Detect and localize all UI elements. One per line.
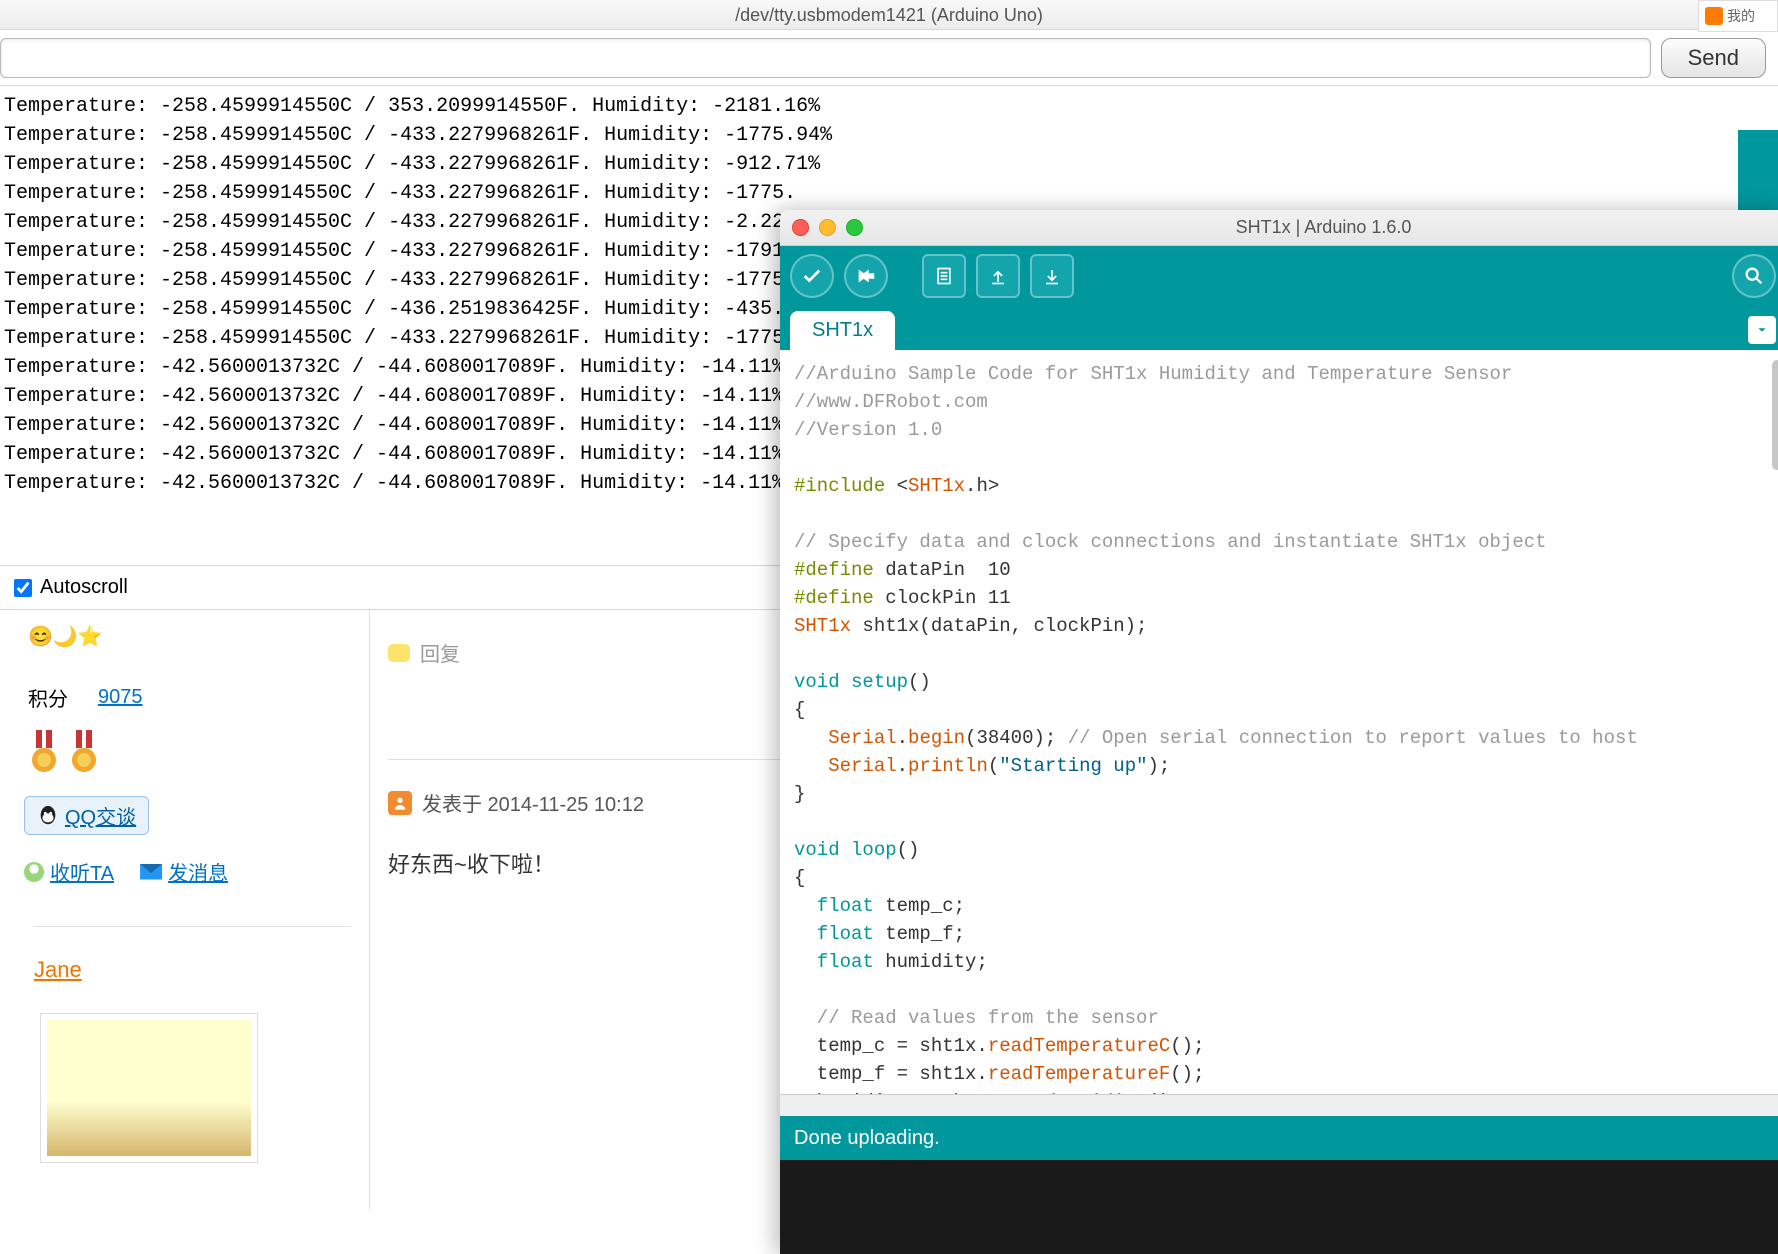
emoji-row: 😊🌙⭐	[28, 624, 351, 649]
ide-status-bar: Done uploading.	[780, 1116, 1778, 1160]
serial-input[interactable]	[0, 38, 1651, 78]
score-row: 积分 9075	[28, 683, 351, 712]
close-icon[interactable]	[792, 219, 809, 236]
follow-icon	[24, 862, 44, 882]
forum-sidebar: 😊🌙⭐ 积分 9075 QQ交谈 收听TA 发消息 Jane	[0, 610, 370, 1210]
taobao-icon	[1705, 7, 1723, 25]
autoscroll-label: Autoscroll	[40, 576, 128, 599]
verify-button[interactable]	[790, 254, 834, 298]
ide-toolbar	[780, 246, 1778, 306]
serial-monitor-button[interactable]	[1732, 254, 1776, 298]
code-scrollbar[interactable]	[1772, 360, 1778, 1080]
qq-chat-button[interactable]: QQ交谈	[24, 796, 149, 835]
message-label: 发消息	[168, 857, 228, 886]
ide-status-text: Done uploading.	[794, 1127, 940, 1150]
ide-title-bar[interactable]: SHT1x | Arduino 1.6.0	[780, 210, 1778, 246]
qq-icon	[37, 805, 59, 827]
serial-monitor-input-row: Send	[0, 30, 1778, 86]
ide-tab-row: SHT1x	[780, 306, 1778, 350]
follow-row: 收听TA 发消息	[24, 857, 351, 886]
code-editor[interactable]: //Arduino Sample Code for SHT1x Humidity…	[780, 350, 1778, 1094]
avatar[interactable]	[40, 1013, 258, 1163]
save-button[interactable]	[1030, 254, 1074, 298]
score-label: 积分	[28, 683, 68, 712]
qq-chat-label: QQ交谈	[65, 801, 136, 830]
arduino-ide-window: SHT1x | Arduino 1.6.0 SHT1x //Arduino Sa…	[780, 210, 1778, 1254]
envelope-icon	[140, 864, 162, 880]
traffic-lights	[792, 219, 863, 236]
ide-title: SHT1x | Arduino 1.6.0	[873, 217, 1774, 238]
upload-button[interactable]	[844, 254, 888, 298]
ide-console[interactable]	[780, 1160, 1778, 1254]
person-icon	[388, 791, 412, 815]
maximize-icon[interactable]	[846, 219, 863, 236]
post-meta-text: 发表于 2014-11-25 10:12	[422, 788, 644, 817]
new-button[interactable]	[922, 254, 966, 298]
follow-label: 收听TA	[50, 857, 114, 886]
poster-name[interactable]: Jane	[34, 926, 351, 983]
send-button[interactable]: Send	[1661, 38, 1766, 78]
tab-menu-button[interactable]	[1748, 316, 1776, 344]
corner-tab-label: 我的	[1727, 6, 1755, 26]
browser-tab-corner[interactable]: 我的	[1698, 0, 1778, 32]
avatar-image	[47, 1020, 251, 1156]
ide-tab[interactable]: SHT1x	[790, 311, 895, 350]
autoscroll-checkbox[interactable]	[14, 579, 32, 597]
open-button[interactable]	[976, 254, 1020, 298]
medal-icon	[66, 730, 102, 774]
follow-ta-link[interactable]: 收听TA	[24, 857, 114, 886]
ide-divider	[780, 1094, 1778, 1116]
medal-row	[26, 730, 351, 774]
reply-bubble-icon	[388, 644, 410, 662]
medal-icon	[26, 730, 62, 774]
reply-label: 回复	[420, 638, 460, 667]
code-scroll-thumb[interactable]	[1772, 360, 1778, 470]
send-message-link[interactable]: 发消息	[140, 857, 228, 886]
serial-monitor-title-bar: /dev/tty.usbmodem1421 (Arduino Uno)	[0, 0, 1778, 30]
score-value[interactable]: 9075	[98, 686, 143, 709]
minimize-icon[interactable]	[819, 219, 836, 236]
serial-monitor-title: /dev/tty.usbmodem1421 (Arduino Uno)	[735, 5, 1043, 25]
